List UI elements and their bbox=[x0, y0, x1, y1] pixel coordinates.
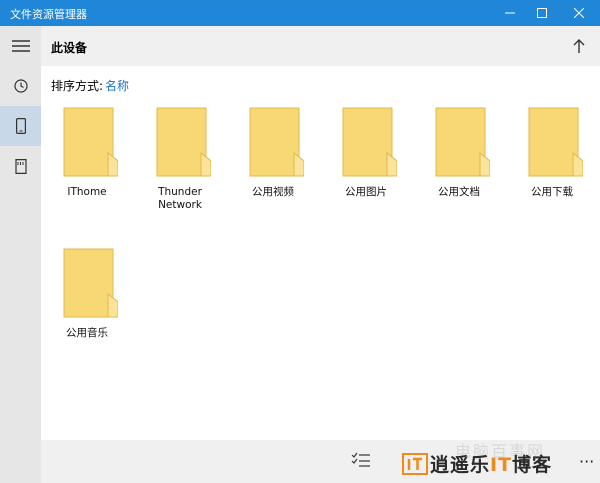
clock-icon bbox=[13, 79, 28, 93]
folder-name: 公用视频 bbox=[252, 186, 294, 198]
sidebar-item-recent[interactable] bbox=[0, 66, 41, 106]
folder-name: 公用下载 bbox=[531, 186, 573, 198]
folder-item[interactable]: 公用音乐 bbox=[42, 248, 132, 368]
sort-label: 排序方式: bbox=[51, 79, 104, 93]
maximize-button[interactable] bbox=[526, 0, 558, 26]
folder-item[interactable]: Thunder Network bbox=[135, 107, 225, 227]
sidebar-menu-button[interactable] bbox=[0, 26, 41, 66]
minimize-icon bbox=[505, 12, 515, 14]
folder-name: 公用音乐 bbox=[66, 327, 108, 339]
sort-control[interactable]: 排序方式: 名称 bbox=[51, 77, 129, 94]
folder-item[interactable]: 公用图片 bbox=[321, 107, 411, 227]
folder-item[interactable]: 公用下载 bbox=[507, 107, 597, 227]
window-title: 文件资源管理器 bbox=[10, 8, 87, 21]
folder-icon bbox=[63, 107, 118, 177]
folder-name: 公用图片 bbox=[345, 186, 387, 198]
folder-item[interactable]: IThome bbox=[42, 107, 132, 227]
it-logo-icon bbox=[402, 453, 428, 475]
checklist-icon bbox=[351, 452, 370, 467]
folder-name: IThome bbox=[67, 186, 107, 198]
arrow-up-icon bbox=[573, 39, 585, 53]
sidebar-item-sd-card[interactable] bbox=[0, 146, 41, 186]
page-title: 此设备 bbox=[51, 41, 88, 55]
close-button[interactable] bbox=[563, 0, 595, 26]
up-button[interactable] bbox=[569, 36, 589, 56]
sd-card-icon bbox=[14, 158, 27, 174]
watermark-brand: 逍遥乐IT博客 bbox=[430, 454, 553, 476]
hamburger-menu-icon bbox=[11, 40, 30, 52]
watermark: 电脑百事网 逍遥乐IT博客 bbox=[400, 442, 595, 480]
close-icon bbox=[574, 8, 584, 18]
folder-name: 公用文档 bbox=[438, 186, 480, 198]
minimize-button[interactable] bbox=[494, 0, 526, 26]
folder-name: Thunder Network bbox=[158, 186, 202, 211]
folder-icon bbox=[435, 107, 490, 177]
title-bar: 文件资源管理器 bbox=[0, 0, 600, 26]
location-header: 此设备 bbox=[41, 26, 600, 66]
folder-icon bbox=[249, 107, 304, 177]
folder-item[interactable]: 公用视频 bbox=[228, 107, 318, 227]
phone-icon bbox=[15, 118, 26, 134]
select-button[interactable] bbox=[351, 452, 373, 472]
maximize-icon bbox=[537, 8, 547, 18]
folder-item[interactable]: 公用文档 bbox=[414, 107, 504, 227]
sort-value[interactable]: 名称 bbox=[105, 79, 129, 93]
folder-icon bbox=[528, 107, 583, 177]
sidebar bbox=[0, 26, 41, 483]
sidebar-item-this-device[interactable] bbox=[0, 106, 41, 146]
folder-icon bbox=[156, 107, 211, 177]
folder-icon bbox=[63, 248, 118, 318]
folder-icon bbox=[342, 107, 397, 177]
